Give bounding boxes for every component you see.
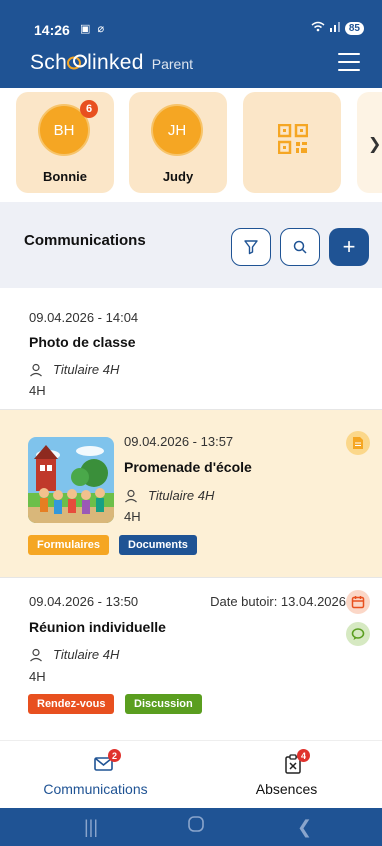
tag-discussion: Discussion [125, 694, 202, 714]
search-button[interactable] [280, 228, 320, 266]
tab-label: Absences [255, 781, 318, 797]
item-author: Titulaire 4H [124, 488, 214, 503]
chat-bubble-logo-icon [67, 54, 88, 70]
children-strip: BH 6 Bonnie JH Judy ❯ [0, 88, 382, 202]
notification-badge: 2 [108, 749, 121, 762]
page-title: Communications [24, 232, 146, 249]
document-icon [346, 431, 370, 455]
signal-icon [329, 21, 341, 35]
notification-badge: 4 [297, 749, 310, 762]
communications-toolbar: Communications + [0, 202, 382, 288]
item-title: Réunion individuelle [29, 619, 166, 635]
item-class: 4H [124, 509, 141, 524]
item-date: 09.04.2026 - 13:50 [29, 594, 139, 609]
filter-button[interactable] [231, 228, 271, 266]
author-name: Titulaire 4H [148, 488, 215, 503]
user-icon [30, 363, 42, 376]
user-icon [125, 489, 137, 502]
chat-icon [346, 622, 370, 646]
search-icon [293, 240, 307, 254]
list-item[interactable]: 09.04.2026 - 13:50 Date butoir: 13.04.20… [0, 578, 382, 740]
status-right: 85 [311, 21, 364, 35]
wifi-icon [311, 21, 325, 35]
author-name: Titulaire 4H [53, 647, 120, 662]
child-card-bonnie[interactable]: BH 6 Bonnie [16, 92, 114, 193]
brand: Sch linked Parent [30, 51, 193, 75]
tab-label: Communications [43, 781, 148, 797]
system-navigation-bar: ||| ❮ [0, 808, 382, 846]
item-date: 09.04.2026 - 14:04 [29, 310, 139, 325]
back-icon[interactable]: ❮ [297, 817, 312, 838]
tag-documents: Documents [119, 535, 197, 555]
item-date: 09.04.2026 - 13:57 [124, 434, 234, 449]
child-name: Judy [162, 169, 194, 184]
tag-rendez-vous: Rendez-vous [28, 694, 115, 714]
item-title: Photo de classe [29, 334, 136, 350]
notification-badge: 6 [80, 100, 98, 118]
item-author: Titulaire 4H [29, 362, 119, 377]
item-class: 4H [29, 383, 46, 398]
home-icon[interactable] [187, 815, 205, 838]
calendar-icon [346, 590, 370, 614]
recent-apps-icon[interactable]: ||| [84, 817, 98, 838]
due-date: Date butoir: 13.04.2026 [210, 594, 346, 609]
status-time: 14:26 [34, 22, 70, 38]
tag-formulaires: Formulaires [28, 535, 109, 555]
user-icon [30, 648, 42, 661]
item-class: 4H [29, 669, 46, 684]
bottom-tab-bar: 2 Communications 4 Absences [0, 740, 382, 808]
brand-logo: Sch linked [30, 51, 144, 74]
filter-icon [244, 240, 258, 255]
item-title: Promenade d'école [124, 459, 252, 475]
app-header: 14:26 ▣ ⌀ 85 Sch linked Parent [0, 0, 382, 88]
item-author: Titulaire 4H [29, 647, 119, 662]
brand-subtitle: Parent [151, 56, 194, 72]
avatar: JH [151, 104, 203, 156]
author-name: Titulaire 4H [53, 362, 120, 377]
battery-indicator: 85 [344, 21, 364, 35]
tab-communications[interactable]: 2 Communications [0, 741, 191, 809]
qr-code-button[interactable] [243, 92, 341, 193]
status-bar: 14:26 ▣ ⌀ 85 [0, 0, 382, 40]
child-name: Bonnie [42, 169, 88, 184]
hamburger-menu-icon[interactable] [338, 53, 360, 71]
child-card-judy[interactable]: JH Judy [129, 92, 227, 193]
plus-icon: + [342, 234, 356, 259]
notification-icons: ▣ ⌀ [80, 23, 107, 35]
list-item[interactable]: 09.04.2026 - 13:57 Promenade d'école Tit… [0, 410, 382, 578]
tab-absences[interactable]: 4 Absences [191, 741, 382, 809]
chevron-right-icon[interactable]: ❯ [368, 134, 381, 154]
thumbnail-image [28, 437, 114, 523]
add-communication-button[interactable]: + [329, 228, 369, 266]
list-item[interactable]: 09.04.2026 - 14:04 Photo de classe Titul… [0, 288, 382, 410]
qr-code-icon [278, 124, 308, 154]
